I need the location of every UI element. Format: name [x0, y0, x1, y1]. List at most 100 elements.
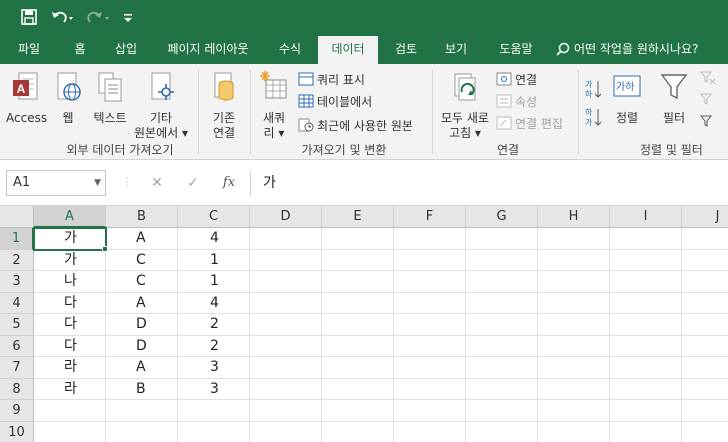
cell-i2[interactable] — [610, 249, 682, 271]
cell-i9[interactable] — [610, 400, 682, 422]
cell-a7[interactable]: 라 — [34, 357, 106, 379]
cell-a9[interactable] — [34, 400, 106, 422]
cell-e1[interactable] — [322, 228, 394, 250]
cell-i6[interactable] — [610, 335, 682, 357]
from-text-button[interactable]: 텍스트 — [88, 70, 132, 126]
cell-b2[interactable]: C — [106, 249, 178, 271]
cell-a6[interactable]: 다 — [34, 335, 106, 357]
cell-g5[interactable] — [466, 314, 538, 336]
cell-a5[interactable]: 다 — [34, 314, 106, 336]
column-header-e[interactable]: E — [322, 206, 394, 228]
tab-help[interactable]: 도움말 — [488, 36, 544, 64]
cell-f10[interactable] — [394, 421, 466, 442]
cell-d8[interactable] — [250, 378, 322, 400]
connections-button[interactable]: 연결 — [496, 70, 537, 90]
from-table-button[interactable]: 테이블에서 — [298, 92, 372, 112]
refresh-all-button[interactable]: 모두 새로 고침 ▾ — [436, 70, 494, 141]
column-header-j[interactable]: J — [682, 206, 728, 228]
cell-f5[interactable] — [394, 314, 466, 336]
cell-h3[interactable] — [538, 271, 610, 293]
row-header-7[interactable]: 7 — [0, 357, 34, 379]
name-box-dropdown-icon[interactable]: ▼ — [94, 171, 101, 195]
cell-e9[interactable] — [322, 400, 394, 422]
row-header-8[interactable]: 8 — [0, 378, 34, 400]
recent-sources-button[interactable]: 최근에 사용한 원본 — [298, 116, 413, 136]
cell-b8[interactable]: B — [106, 378, 178, 400]
cell-f1[interactable] — [394, 228, 466, 250]
cell-b6[interactable]: D — [106, 335, 178, 357]
cell-f7[interactable] — [394, 357, 466, 379]
cell-b3[interactable]: C — [106, 271, 178, 293]
cell-d7[interactable] — [250, 357, 322, 379]
cell-b9[interactable] — [106, 400, 178, 422]
filter-button[interactable]: 필터 — [654, 70, 694, 126]
cell-b1[interactable]: A — [106, 228, 178, 250]
cell-i3[interactable] — [610, 271, 682, 293]
cell-j9[interactable] — [682, 400, 728, 422]
cell-c3[interactable]: 1 — [178, 271, 250, 293]
row-header-10[interactable]: 10 — [0, 421, 34, 442]
cell-f6[interactable] — [394, 335, 466, 357]
cell-i8[interactable] — [610, 378, 682, 400]
cell-g2[interactable] — [466, 249, 538, 271]
cell-e4[interactable] — [322, 292, 394, 314]
from-other-sources-button[interactable]: 기타 원본에서 ▾ — [130, 70, 192, 141]
cell-j5[interactable] — [682, 314, 728, 336]
cell-i4[interactable] — [610, 292, 682, 314]
worksheet-grid[interactable]: ABCDEFGHIJ1가A42가C13나C14다A45다D26다D27라A38라… — [0, 206, 728, 442]
cell-f3[interactable] — [394, 271, 466, 293]
cell-d4[interactable] — [250, 292, 322, 314]
cell-j2[interactable] — [682, 250, 728, 271]
cell-c4[interactable]: 4 — [178, 292, 250, 314]
edit-links-button[interactable]: 연결 편집 — [496, 114, 563, 134]
cell-c7[interactable]: 3 — [178, 357, 250, 379]
cell-c9[interactable] — [178, 400, 250, 422]
cell-j8[interactable] — [682, 379, 728, 400]
cell-b4[interactable]: A — [106, 292, 178, 314]
cell-g9[interactable] — [466, 400, 538, 422]
cell-a3[interactable]: 나 — [34, 271, 106, 293]
cell-g7[interactable] — [466, 357, 538, 379]
cell-i5[interactable] — [610, 314, 682, 336]
column-header-c[interactable]: C — [178, 206, 250, 228]
tab-insert[interactable]: 삽입 — [104, 36, 148, 64]
column-header-i[interactable]: I — [610, 206, 682, 228]
sort-ascending-button[interactable]: 가하 — [584, 78, 604, 100]
cell-a4[interactable]: 다 — [34, 292, 106, 314]
cell-j3[interactable] — [682, 271, 728, 293]
cell-b7[interactable]: A — [106, 357, 178, 379]
cell-h9[interactable] — [538, 400, 610, 422]
cell-g4[interactable] — [466, 292, 538, 314]
cell-j4[interactable] — [682, 293, 728, 314]
cell-c1[interactable]: 4 — [178, 228, 250, 250]
cell-g1[interactable] — [466, 228, 538, 250]
name-box[interactable]: A1 ▼ — [6, 170, 106, 196]
row-header-6[interactable]: 6 — [0, 335, 34, 357]
cell-i1[interactable] — [610, 228, 682, 250]
cell-b5[interactable]: D — [106, 314, 178, 336]
cell-i7[interactable] — [610, 357, 682, 379]
row-header-4[interactable]: 4 — [0, 292, 34, 314]
cell-d5[interactable] — [250, 314, 322, 336]
new-query-button[interactable]: 새쿼 리 ▾ — [254, 70, 294, 141]
cell-c6[interactable]: 2 — [178, 335, 250, 357]
existing-connections-button[interactable]: 기존 연결 — [204, 70, 244, 141]
cell-a1[interactable]: 가 — [34, 228, 106, 250]
column-header-b[interactable]: B — [106, 206, 178, 228]
cell-g3[interactable] — [466, 271, 538, 293]
cell-h4[interactable] — [538, 292, 610, 314]
cell-h10[interactable] — [538, 421, 610, 442]
tab-view[interactable]: 보기 — [434, 36, 478, 64]
cell-f8[interactable] — [394, 378, 466, 400]
cell-f9[interactable] — [394, 400, 466, 422]
column-header-a[interactable]: A — [34, 206, 106, 228]
cell-h5[interactable] — [538, 314, 610, 336]
column-header-g[interactable]: G — [466, 206, 538, 228]
cell-b10[interactable] — [106, 421, 178, 442]
row-header-5[interactable]: 5 — [0, 314, 34, 336]
row-header-3[interactable]: 3 — [0, 271, 34, 293]
column-header-d[interactable]: D — [250, 206, 322, 228]
tab-file[interactable]: 파일 — [6, 36, 52, 64]
cell-d10[interactable] — [250, 421, 322, 442]
cell-e10[interactable] — [322, 421, 394, 442]
